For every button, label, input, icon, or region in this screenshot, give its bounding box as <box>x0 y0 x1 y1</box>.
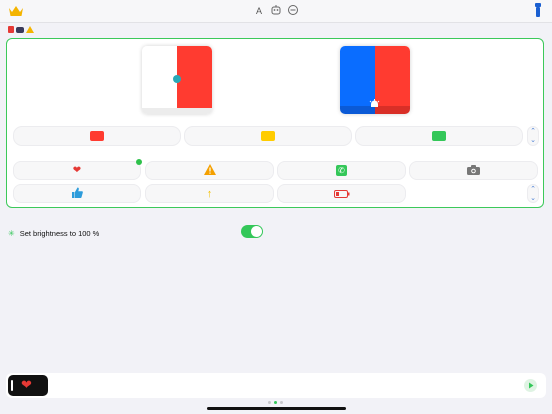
brightness-setting: ✳ Set brightness to 100 % <box>8 227 99 239</box>
robot-face-icon[interactable] <box>269 4 283 18</box>
text-size-button[interactable]: A <box>252 4 266 18</box>
play-icon <box>529 382 534 389</box>
mode-button-thumbs-up[interactable] <box>13 184 141 203</box>
heart-icon: ❤ <box>72 165 82 176</box>
text-size-label: A <box>255 6 262 16</box>
color-button-yellow[interactable] <box>184 126 352 146</box>
arrow-up-icon: ↑ <box>206 187 213 200</box>
mode-button-camera[interactable] <box>409 161 538 180</box>
warning-icon <box>203 162 216 180</box>
heart-icon: ❤ <box>21 377 32 392</box>
police-car-icon <box>16 27 24 33</box>
status-icons <box>8 26 34 35</box>
fire-truck-icon <box>8 26 14 33</box>
bottom-bar <box>6 373 546 398</box>
indicator-dot-icon <box>173 75 181 83</box>
mode-stepper[interactable]: ⌃ ⌄ <box>527 184 539 203</box>
siren-icon <box>369 95 380 113</box>
crown-icon[interactable] <box>8 4 24 18</box>
brightness-toggle[interactable] <box>241 225 263 238</box>
warning-icon <box>26 26 34 35</box>
play-button[interactable] <box>524 379 537 392</box>
mode-button-phone[interactable]: ✆ <box>277 161 406 180</box>
thumbs-up-icon <box>71 185 83 203</box>
selected-indicator <box>136 159 142 165</box>
phone-icon: ✆ <box>336 165 347 176</box>
current-preview[interactable]: ❤ <box>8 375 48 396</box>
mode-button-heart[interactable]: ❤ <box>13 161 141 180</box>
color-button-green[interactable] <box>355 126 523 146</box>
sparkle-icon: ✳ <box>8 228 15 238</box>
camera-icon <box>467 162 480 180</box>
mode-button-arrow-up[interactable]: ↑ <box>145 184 274 203</box>
screen-preview-1[interactable] <box>142 46 212 114</box>
flashlight-icon[interactable] <box>534 3 542 19</box>
color-button-red[interactable] <box>13 126 181 146</box>
home-indicator <box>207 407 346 410</box>
color-stepper[interactable]: ⌃ ⌄ <box>527 126 539 146</box>
light-panel: ⌃ ⌄ ❤ ✆ ↑ ⌃ ⌄ <box>6 38 544 208</box>
low-battery-icon <box>333 185 350 203</box>
mode-button-low-battery[interactable] <box>277 184 406 203</box>
page-indicator <box>268 401 283 404</box>
mode-button-warning[interactable] <box>145 161 274 180</box>
screen-preview-2[interactable] <box>340 46 410 114</box>
brightness-label: Set brightness to 100 % <box>19 228 100 238</box>
minus-circle-icon[interactable] <box>286 4 300 18</box>
